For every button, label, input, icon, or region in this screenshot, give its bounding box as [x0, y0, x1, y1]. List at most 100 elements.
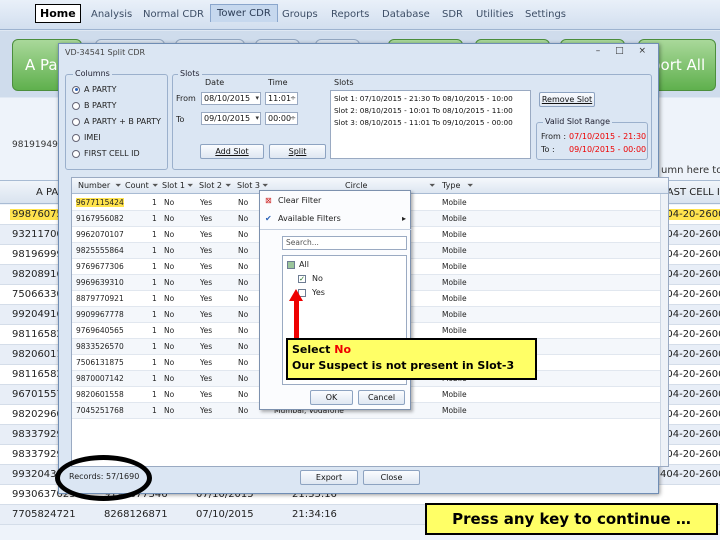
filter-icon[interactable]: ⏷ — [429, 181, 435, 191]
background-header-last-cell-id[interactable]: LAST CELL ID — [661, 187, 720, 198]
filter-cancel-button[interactable]: Cancel — [358, 390, 405, 405]
radio-button[interactable] — [72, 149, 80, 158]
no-option-label[interactable]: No — [312, 274, 323, 283]
dialog-window-buttons[interactable]: – □ × — [596, 46, 652, 56]
background-cell: 8268126871 — [104, 509, 168, 520]
cell-s3: No — [238, 294, 249, 303]
column-radio-option[interactable]: FIRST CELL ID — [72, 149, 140, 158]
to-date-picker[interactable]: 09/10/2015 ▾ — [201, 112, 261, 125]
cell-number: 9167956082 — [76, 214, 124, 223]
callout-line-1: Select No — [292, 342, 531, 358]
no-checkbox[interactable]: ✓ — [298, 275, 306, 283]
cell-s1: No — [164, 262, 175, 271]
cell-s2: Yes — [200, 278, 213, 287]
menu-sdr[interactable]: SDR — [442, 9, 463, 20]
col-type[interactable]: Type — [442, 181, 460, 190]
available-filters-item[interactable]: Available Filters — [278, 214, 341, 223]
slot-line[interactable]: Slot 1: 07/10/2015 - 21:30 To 08/10/2015… — [334, 94, 513, 103]
menu-settings[interactable]: Settings — [525, 9, 566, 20]
from-time-spinner[interactable]: 11:01 ÷ — [265, 92, 298, 105]
menu-database[interactable]: Database — [382, 9, 430, 20]
cell-s2: Yes — [200, 358, 213, 367]
filter-icon[interactable]: ⏷ — [225, 181, 231, 191]
main-menu-bar: Home Analysis Normal CDR Tower CDR Group… — [0, 0, 720, 30]
cell-number: 9870007142 — [76, 374, 124, 383]
grid-scrollbar[interactable] — [660, 194, 668, 466]
cell-s2: Yes — [200, 214, 213, 223]
background-phone-number: 981919496 — [12, 140, 64, 150]
filter-icon[interactable]: ⏷ — [187, 181, 193, 191]
col-slot3[interactable]: Slot 3 — [237, 181, 260, 190]
cell-s3: No — [238, 326, 249, 335]
cell-number: 9769640565 — [76, 326, 124, 335]
slot-line[interactable]: Slot 2: 08/10/2015 - 10:01 To 08/10/2015… — [334, 106, 513, 115]
background-cell-last-cell-id: 404-20-26002 — [660, 409, 720, 420]
slots-listbox[interactable]: Slot 1: 07/10/2015 - 21:30 To 08/10/2015… — [330, 90, 531, 159]
radio-button[interactable] — [72, 101, 80, 110]
to-time-spinner[interactable]: 00:00 ÷ — [265, 112, 298, 125]
clear-filter-item[interactable]: Clear Filter — [278, 196, 321, 205]
menu-home[interactable]: Home — [35, 4, 81, 23]
export-button[interactable]: Export — [300, 470, 358, 485]
cell-s2: Yes — [200, 406, 213, 415]
cell-s1: No — [164, 230, 175, 239]
to-time-value: 00:00 — [268, 114, 292, 123]
cell-type: Mobile — [442, 246, 467, 255]
filter-icon[interactable]: ⏷ — [115, 181, 121, 191]
press-any-key-banner[interactable]: Press any key to continue … — [425, 503, 718, 535]
yes-option-label[interactable]: Yes — [312, 288, 325, 297]
menu-normal-cdr[interactable]: Normal CDR — [143, 9, 204, 20]
cell-s1: No — [164, 406, 175, 415]
filter-icon[interactable]: ⏷ — [467, 181, 473, 191]
all-checkbox[interactable] — [287, 261, 295, 269]
cell-count: 1 — [152, 294, 157, 303]
cell-s3: No — [238, 278, 249, 287]
cell-s2: Yes — [200, 198, 213, 207]
remove-slot-button[interactable]: Remove Slot — [539, 92, 595, 107]
menu-tower-cdr[interactable]: Tower CDR — [210, 4, 278, 22]
slot-line[interactable]: Slot 3: 08/10/2015 - 11:01 To 09/10/2015… — [334, 118, 513, 127]
background-cell: 07/10/2015 — [196, 509, 254, 520]
col-slot2[interactable]: Slot 2 — [199, 181, 222, 190]
radio-button[interactable] — [72, 85, 80, 94]
cell-s2: Yes — [200, 342, 213, 351]
filter-icon[interactable]: ⏷ — [152, 181, 158, 191]
radio-label: A PARTY — [84, 85, 117, 94]
col-slot1[interactable]: Slot 1 — [162, 181, 185, 190]
cell-count: 1 — [152, 246, 157, 255]
menu-groups[interactable]: Groups — [282, 9, 318, 20]
from-date-picker[interactable]: 08/10/2015 ▾ — [201, 92, 261, 105]
split-button[interactable]: Split — [269, 144, 326, 159]
col-circle[interactable]: Circle — [345, 181, 367, 190]
add-slot-button[interactable]: Add Slot — [200, 144, 264, 159]
close-button[interactable]: Close — [363, 470, 420, 485]
cell-s1: No — [164, 326, 175, 335]
column-radio-option[interactable]: A PARTY + B PARTY — [72, 117, 161, 126]
column-radio-option[interactable]: B PARTY — [72, 101, 117, 110]
cell-s2: Yes — [200, 262, 213, 271]
column-radio-option[interactable]: IMEI — [72, 133, 101, 142]
menu-utilities[interactable]: Utilities — [476, 9, 514, 20]
date-header: Date — [205, 78, 225, 87]
valid-slot-range-group — [536, 122, 648, 160]
valid-slot-range-legend: Valid Slot Range — [543, 117, 613, 126]
valid-from-label: From : — [541, 132, 567, 141]
background-cell-last-cell-id: 404-20-26002 — [660, 329, 720, 340]
col-number[interactable]: Number — [78, 181, 110, 190]
cell-number: 8879770921 — [76, 294, 124, 303]
radio-button[interactable] — [72, 117, 80, 126]
all-option-label[interactable]: All — [299, 260, 309, 269]
cell-s2: Yes — [200, 294, 213, 303]
column-radio-option[interactable]: A PARTY — [72, 85, 117, 94]
cell-type: Mobile — [442, 310, 467, 319]
cell-s3: No — [238, 358, 249, 367]
radio-button[interactable] — [72, 133, 80, 142]
filter-ok-button[interactable]: OK — [310, 390, 353, 405]
cell-type: Mobile — [442, 406, 467, 415]
menu-analysis[interactable]: Analysis — [91, 9, 132, 20]
cell-s1: No — [164, 390, 175, 399]
cell-s3: No — [238, 214, 249, 223]
col-count[interactable]: Count — [125, 181, 149, 190]
menu-reports[interactable]: Reports — [331, 9, 369, 20]
filter-search-input[interactable]: Search... — [282, 236, 407, 250]
